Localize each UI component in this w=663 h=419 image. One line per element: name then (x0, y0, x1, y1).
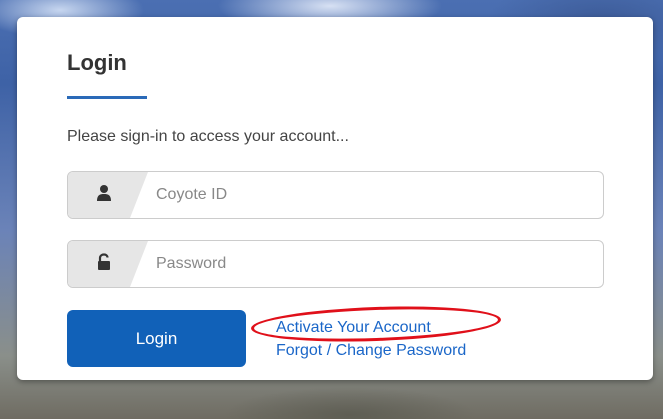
account-links: Activate Your Account Forgot / Change Pa… (276, 316, 466, 362)
username-field-group (67, 171, 604, 219)
login-card: Login Please sign-in to access your acco… (17, 17, 653, 380)
password-input[interactable] (156, 241, 596, 287)
forgot-password-link[interactable]: Forgot / Change Password (276, 339, 466, 362)
unlock-icon (98, 253, 110, 270)
page-title: Login (67, 50, 127, 75)
login-button[interactable]: Login (67, 310, 246, 367)
login-instructions: Please sign-in to access your account... (67, 128, 349, 145)
title-underline (67, 96, 147, 99)
password-field-group (67, 240, 604, 288)
user-icon (97, 185, 111, 201)
activate-account-link[interactable]: Activate Your Account (276, 316, 466, 339)
coyote-id-input[interactable] (156, 172, 596, 218)
